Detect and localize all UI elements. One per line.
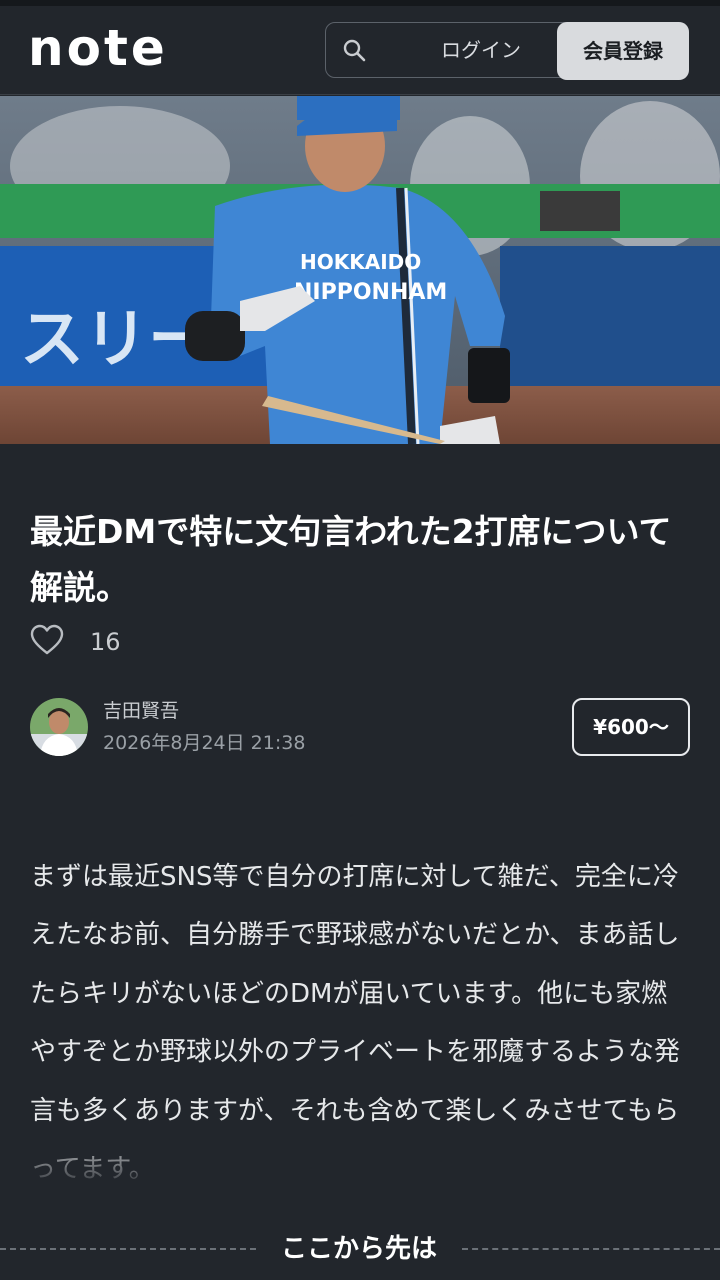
register-button[interactable]: 会員登録	[557, 22, 689, 80]
paywall-label: ここから先は	[280, 1234, 437, 1264]
divider-line-left	[0, 1248, 256, 1250]
site-header: note ログイン 会員登録	[0, 6, 720, 95]
publish-date: 2026年8月24日 21:38	[103, 732, 306, 754]
heart-icon[interactable]	[30, 624, 64, 656]
search-icon[interactable]	[342, 38, 368, 64]
jersey-text-1: HOKKAIDO	[300, 250, 421, 274]
auth-bar: ログイン 会員登録	[325, 22, 689, 80]
paywall-divider: ここから先は	[0, 1224, 720, 1274]
like-count: 16	[90, 628, 121, 656]
note-logo[interactable]: note	[28, 18, 168, 78]
author-row: 吉田賢吾 2026年8月24日 21:38 ¥600〜	[30, 698, 690, 762]
price-button[interactable]: ¥600〜	[572, 698, 690, 756]
jersey-text-2: NIPPONHAM	[294, 280, 447, 305]
login-button[interactable]: ログイン	[406, 23, 556, 77]
banner-text: スリー	[20, 303, 212, 377]
divider-line-right	[462, 1248, 720, 1250]
hero-image: スリー HOKKAIDO NIPPONHAM	[0, 96, 720, 444]
body-paragraph: まずは最近SNS等で自分の打席に対して雑だ、完全に冷えたなお前、自分勝手で野球感…	[30, 862, 681, 1185]
article-body: まずは最近SNS等で自分の打席に対して雑だ、完全に冷えたなお前、自分勝手で野球感…	[30, 848, 690, 1198]
author-name[interactable]: 吉田賢吾	[103, 698, 179, 724]
hero-photo: スリー HOKKAIDO NIPPONHAM	[0, 96, 720, 444]
article-title: 最近DMで特に文句言われた2打席について解説。	[30, 512, 672, 607]
avatar[interactable]	[30, 698, 88, 756]
